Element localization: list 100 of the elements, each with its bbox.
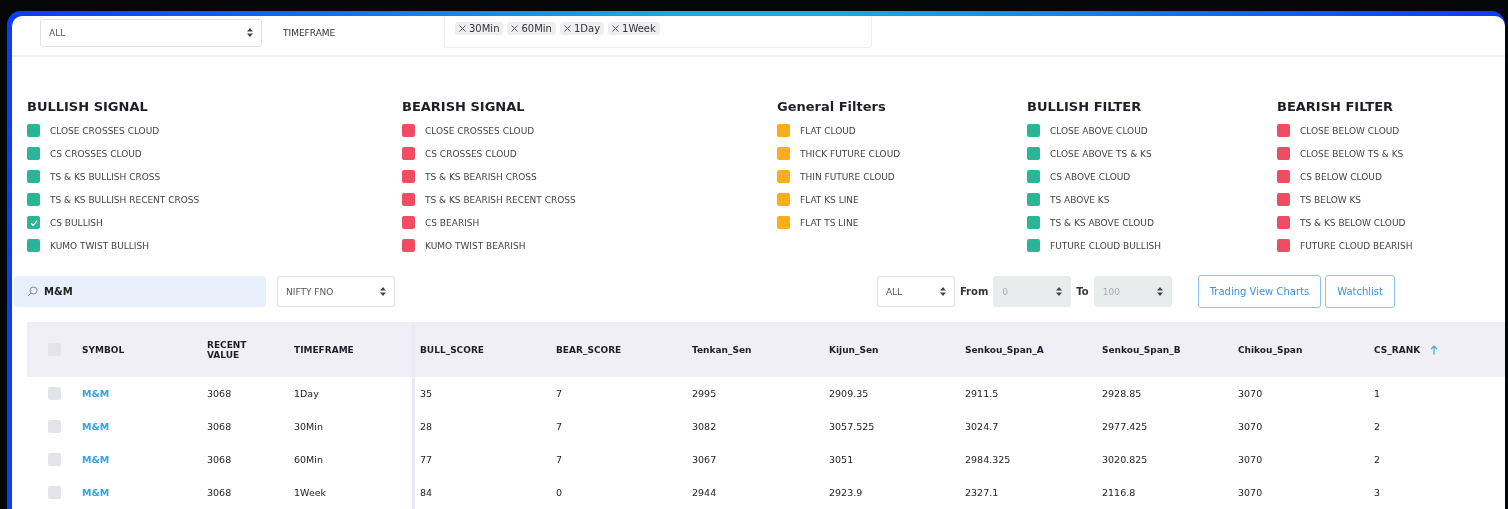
charts-button[interactable]: Trading View Charts [1197,275,1322,308]
checkbox-label: FLAT TS LINE [800,217,859,228]
column-header[interactable]: CS_RANK [1374,344,1421,355]
checkbox[interactable] [48,420,61,433]
checkbox-label: TS & KS BEARISH RECENT CROSS [425,194,576,205]
checkbox[interactable] [48,486,61,499]
checkbox[interactable] [27,193,40,206]
timeframe-tag[interactable]: 1Day [559,21,605,35]
checkbox[interactable] [777,124,790,137]
column-header-cell[interactable]: Senkou_Span_B [1094,322,1230,377]
checkbox[interactable] [402,170,415,183]
checkbox[interactable] [777,147,790,160]
column-header[interactable]: Chikou_Span [1238,344,1303,355]
column-header-cell[interactable]: Kijun_Sen [821,322,957,377]
column-header[interactable]: Kijun_Sen [829,344,879,355]
checkbox[interactable] [402,193,415,206]
checkbox[interactable] [402,124,415,137]
checkbox[interactable] [777,216,790,229]
close-icon[interactable] [563,24,571,32]
checkbox[interactable] [402,147,415,160]
checkbox[interactable] [1277,170,1290,183]
column-header[interactable]: BULL_SCORE [420,344,484,355]
checkbox[interactable] [1277,216,1290,229]
column-header-cell[interactable]: BULL_SCORE [412,322,548,377]
column-header[interactable]: RECENT VALUE [207,339,262,360]
table-cell: 2928.85 [1102,388,1142,399]
index-select[interactable]: NIFTY FNO [277,276,395,307]
checkbox[interactable] [1277,124,1290,137]
column-header-cell[interactable]: SYMBOL [74,322,199,377]
checkbox[interactable] [1277,239,1290,252]
checkbox[interactable] [1027,147,1040,160]
table-cell: 2977.425 [1102,421,1148,432]
column-header-cell[interactable]: Senkou_Span_A [957,322,1094,377]
group-heading: BEARISH SIGNAL [402,98,526,116]
column-header[interactable]: SYMBOL [82,344,125,355]
timeframe-field[interactable]: 30Min 60Min 1Day 1Week [444,16,872,48]
table-cell: 3070 [1238,388,1263,399]
watchlist-button[interactable]: Watchlist [1325,275,1395,308]
timeframe-tag[interactable]: 60Min [507,21,556,35]
column-header-cell[interactable]: Tenkan_Sen [684,322,821,377]
caret-icon [1056,287,1063,296]
checkbox[interactable] [27,239,40,252]
close-icon[interactable] [612,24,620,32]
table-cell: 3068 [207,487,232,498]
search-field[interactable]: M&M [14,276,266,307]
table-cell: 7 [556,421,563,432]
field-label: From [959,286,989,297]
sort-arrow-icon[interactable] [1430,344,1439,355]
checkbox[interactable] [48,387,61,400]
checkbox-label: TS & KS ABOVE CLOUD [1050,217,1154,228]
column-header[interactable]: TIMEFRAME [294,344,354,355]
checkbox[interactable] [27,216,40,229]
column-header-cell[interactable]: BEAR_SCORE [548,322,684,377]
close-icon[interactable] [511,24,519,32]
column-header-cell[interactable]: RECENT VALUE [199,322,286,377]
checkbox[interactable] [1027,216,1040,229]
checkbox-label: CLOSE ABOVE TS & KS [1050,148,1152,159]
checkbox[interactable] [1277,193,1290,206]
checkbox[interactable] [1027,239,1040,252]
checkbox[interactable] [1027,193,1040,206]
checkbox[interactable] [27,147,40,160]
column-header[interactable]: Senkou_Span_B [1102,344,1181,355]
table-cell: 60Min [294,454,323,465]
column-header-cell[interactable]: CS_RANK [1366,322,1499,377]
table-cell: 1Week [294,487,327,498]
column-header[interactable]: BEAR_SCORE [556,344,622,355]
checkbox[interactable] [402,239,415,252]
rank-select[interactable]: ALL [876,276,955,307]
close-icon[interactable] [459,24,466,32]
timeframe-tag[interactable]: 30Min [455,21,504,35]
table-cell: 84 [420,487,433,498]
column-header[interactable]: Tenkan_Sen [692,344,752,355]
table-cell: 3 [1374,487,1381,498]
checkbox[interactable] [777,193,790,206]
checkbox[interactable] [1027,170,1040,183]
checkbox-label: CS ABOVE CLOUD [1050,171,1131,182]
checkbox[interactable] [777,170,790,183]
checkbox-label: TS & KS BULLISH RECENT CROSS [50,194,200,205]
table-cell: 2 [1374,454,1381,465]
table-cell: 7 [556,454,563,465]
market-select[interactable]: ALL [40,18,262,47]
table-cell: 30Min [294,421,323,432]
table-cell: 3024.7 [965,421,999,432]
timeframe-tag[interactable]: 1Week [608,21,660,35]
column-header[interactable]: Senkou_Span_A [965,344,1044,355]
checkbox-label: TS BELOW KS [1300,194,1362,205]
table-cell: 3070 [1238,421,1263,432]
column-header-cell[interactable]: Chikou_Span [1230,322,1366,377]
checkbox[interactable] [1277,147,1290,160]
checkbox[interactable] [1027,124,1040,137]
checkbox[interactable] [402,216,415,229]
checkbox-label: TS & KS BULLISH CROSS [50,171,161,182]
checkbox-label: CS BELOW CLOUD [1300,171,1382,182]
checkbox[interactable] [27,124,40,137]
table-cell: 2911.5 [965,388,999,399]
checkbox[interactable] [48,453,61,466]
column-header-cell[interactable]: TIMEFRAME [286,322,412,377]
checkbox-label: KUMO TWIST BULLISH [50,240,149,251]
checkbox[interactable] [27,170,40,183]
table-cell: 3070 [1238,487,1263,498]
